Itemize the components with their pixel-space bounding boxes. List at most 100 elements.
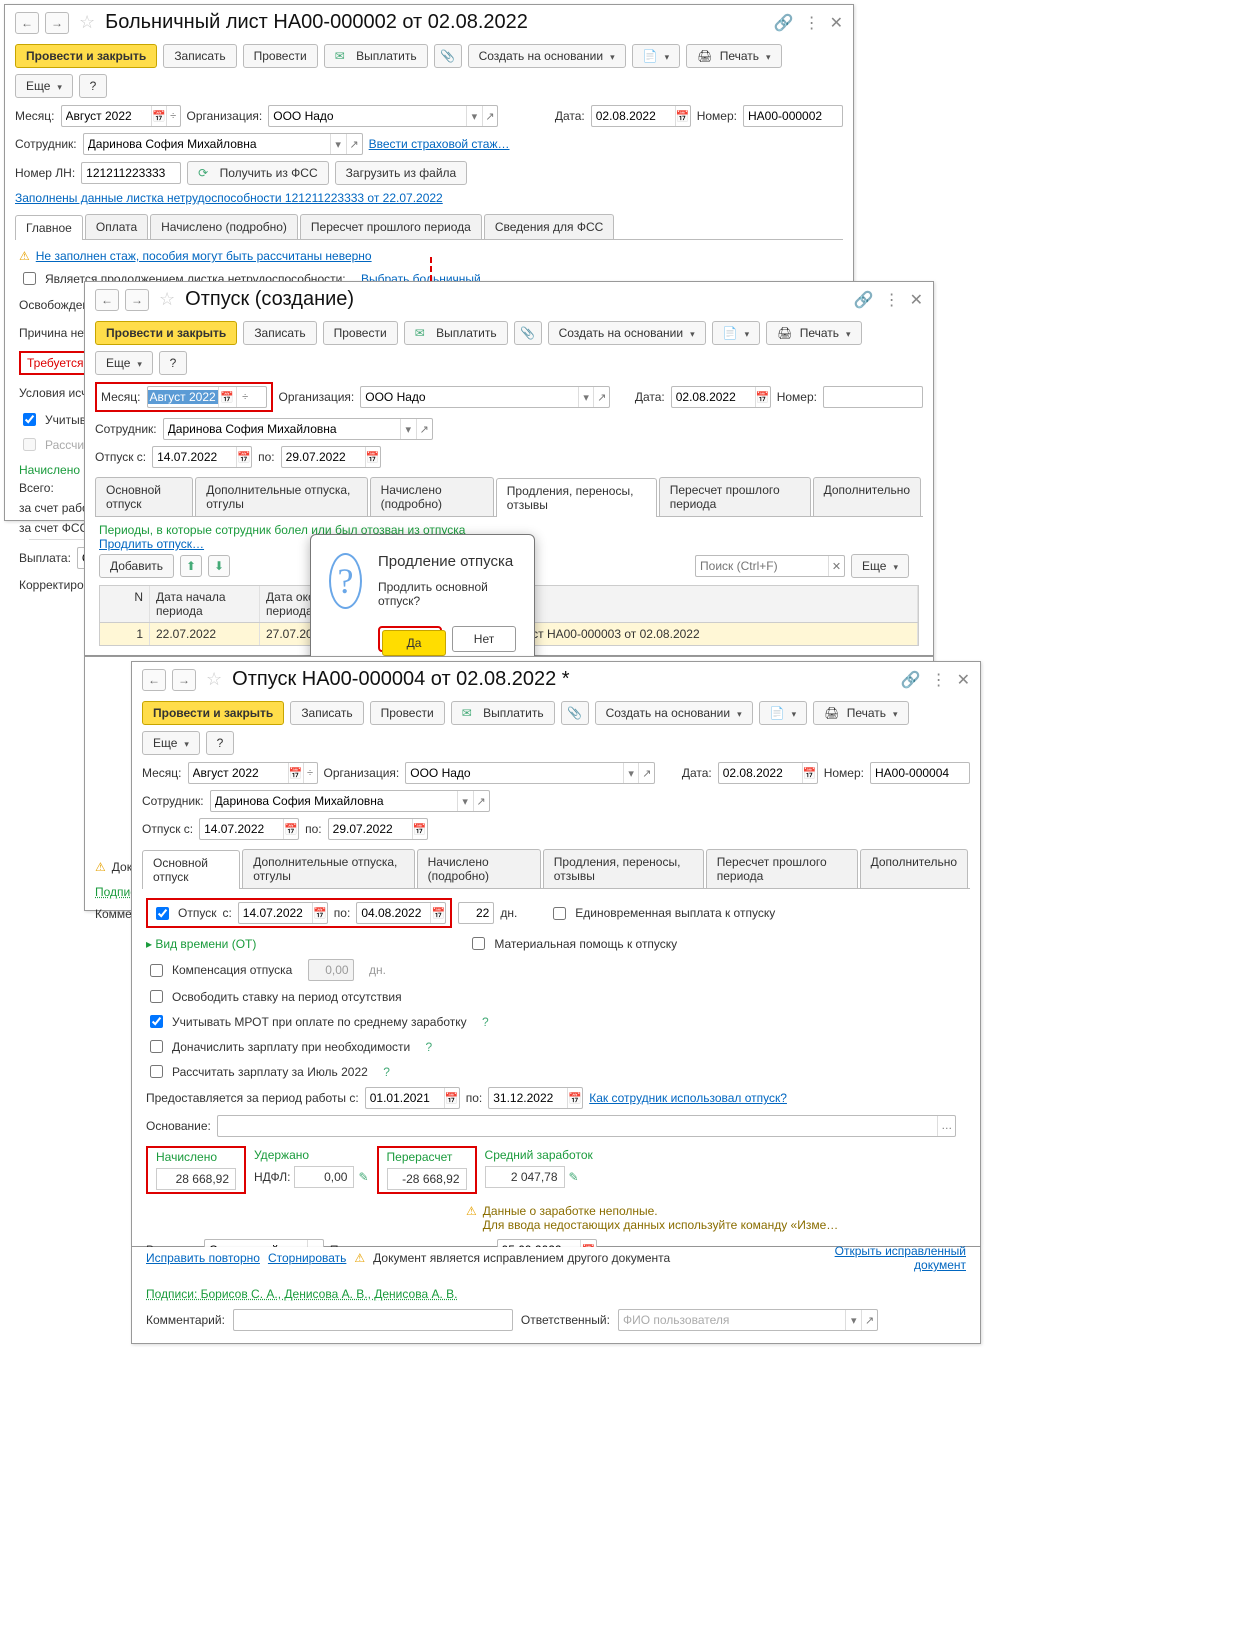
vac-to-input[interactable] [282, 450, 365, 464]
save-button[interactable]: Записать [290, 701, 363, 725]
warn-link[interactable]: Не заполнен стаж, пособия могут быть рас… [36, 249, 372, 263]
link-icon[interactable]: 🔗 [901, 670, 921, 690]
open-fixed-link[interactable]: Открыть исправленный документ [826, 1244, 966, 1272]
link-icon[interactable]: 🔗 [774, 13, 794, 33]
help-button[interactable]: ? [159, 351, 187, 375]
tab-accrued[interactable]: Начислено (подробно) [417, 849, 541, 888]
responsible-input[interactable] [619, 1313, 845, 1327]
menu-icon[interactable]: ⋮ [884, 290, 900, 310]
load-file-button[interactable]: Загрузить из файла [335, 161, 468, 185]
vacation-checkbox[interactable] [156, 907, 169, 920]
number-input[interactable] [871, 766, 969, 780]
tab-additional[interactable]: Дополнительно [860, 849, 968, 888]
back-button[interactable]: ← [142, 669, 166, 691]
close-icon[interactable]: ✕ [910, 290, 923, 310]
tab-main-vac[interactable]: Основной отпуск [142, 850, 240, 889]
move-up-button[interactable]: ⬆ [180, 555, 202, 577]
close-icon[interactable]: ✕ [957, 670, 970, 690]
favorite-icon[interactable]: ☆ [79, 12, 95, 33]
tab-main[interactable]: Главное [15, 215, 83, 240]
tab-recalc[interactable]: Пересчет прошлого периода [300, 214, 482, 239]
insurance-link[interactable]: Ввести страховой стаж… [369, 137, 510, 151]
employee-input[interactable] [84, 137, 330, 151]
date-input[interactable] [672, 390, 755, 404]
mrot-checkbox[interactable] [150, 1015, 163, 1028]
tab-accrued[interactable]: Начислено (подробно) [150, 214, 298, 239]
vac-to-detail-input[interactable] [357, 906, 430, 920]
tab-recalc[interactable]: Пересчет прошлого периода [659, 477, 811, 516]
back-button[interactable]: ← [95, 289, 119, 311]
post-close-button[interactable]: Провести и закрыть [95, 321, 237, 345]
help-button[interactable]: ? [79, 74, 107, 98]
menu-icon[interactable]: ⋮ [804, 13, 820, 33]
spinner-icon[interactable]: ÷ [166, 106, 180, 126]
employee-input[interactable] [211, 794, 457, 808]
tab-main-vac[interactable]: Основной отпуск [95, 477, 193, 516]
signatures-link[interactable]: Подписи: Борисов С. А., Денисова А. В., … [146, 1287, 457, 1301]
back-button[interactable]: ← [15, 12, 39, 34]
mat-help-checkbox[interactable] [472, 937, 485, 950]
release-rate-checkbox[interactable] [150, 990, 163, 1003]
forward-button[interactable]: → [172, 669, 196, 691]
vac-to-input[interactable] [329, 822, 412, 836]
period-to-input[interactable] [489, 1091, 567, 1105]
more-button[interactable]: Еще [95, 351, 153, 375]
ext-button[interactable]: 📄 [712, 321, 760, 345]
date-input[interactable] [592, 109, 675, 123]
vac-from-input[interactable] [153, 450, 236, 464]
period-from-input[interactable] [366, 1091, 444, 1105]
storno-link[interactable]: Сторнировать [268, 1251, 346, 1265]
tab-recalc[interactable]: Пересчет прошлого периода [706, 849, 858, 888]
forward-button[interactable]: → [125, 289, 149, 311]
pay-button[interactable]: ✉ Выплатить [404, 321, 508, 345]
attach-button[interactable]: 📎 [514, 321, 542, 345]
tab-additional[interactable]: Дополнительно [813, 477, 921, 516]
forward-button[interactable]: → [45, 12, 69, 34]
vac-from-detail-input[interactable] [239, 906, 312, 920]
pay-button[interactable]: ✉ Выплатить [451, 701, 555, 725]
tab-fss[interactable]: Сведения для ФСС [484, 214, 614, 239]
vac-from-input[interactable] [200, 822, 283, 836]
employee-input[interactable] [164, 422, 400, 436]
save-button[interactable]: Записать [243, 321, 316, 345]
comp-checkbox[interactable] [150, 964, 163, 977]
basis-input[interactable] [218, 1119, 938, 1133]
pay-button[interactable]: ✉ Выплатить [324, 44, 428, 68]
number-input[interactable] [744, 109, 842, 123]
month-input[interactable]: Август 2022 [148, 390, 218, 404]
tab-extra[interactable]: Дополнительные отпуска, отгулы [195, 477, 367, 516]
ext-button[interactable]: 📄 [759, 701, 807, 725]
move-down-button[interactable]: ⬇ [208, 555, 230, 577]
help-icon[interactable]: ? [383, 1065, 390, 1079]
doaccrue-checkbox[interactable] [150, 1040, 163, 1053]
how-used-link[interactable]: Как сотрудник использовал отпуск? [589, 1091, 787, 1105]
extend-link[interactable]: Продлить отпуск… [99, 537, 204, 551]
favorite-icon[interactable]: ☆ [206, 669, 222, 690]
link-icon[interactable]: 🔗 [854, 290, 874, 310]
post-button[interactable]: Провести [370, 701, 445, 725]
lump-checkbox[interactable] [553, 907, 566, 920]
post-button[interactable]: Провести [243, 44, 318, 68]
close-icon[interactable]: ✕ [830, 13, 843, 33]
edit-icon[interactable]: ✎ [358, 1170, 368, 1184]
tab-extensions[interactable]: Продления, переносы, отзывы [496, 478, 657, 517]
fix-again-link[interactable]: Исправить повторно [146, 1251, 260, 1265]
days-input[interactable] [459, 906, 493, 920]
more-button[interactable]: Еще [851, 554, 909, 578]
get-fss-button[interactable]: ⟳ Получить из ФСС [187, 161, 328, 185]
help-icon[interactable]: ? [426, 1040, 433, 1054]
favorite-icon[interactable]: ☆ [159, 289, 175, 310]
number-input[interactable] [824, 390, 922, 404]
attach-button[interactable]: 📎 [561, 701, 589, 725]
help-icon[interactable]: ? [482, 1015, 489, 1029]
ln-input[interactable] [82, 166, 180, 180]
post-button[interactable]: Провести [323, 321, 398, 345]
time-type-expand[interactable]: ▸ Вид времени (ОТ) [146, 937, 256, 951]
tab-extra[interactable]: Дополнительные отпуска, отгулы [242, 849, 414, 888]
create-based-button[interactable]: Создать на основании [595, 701, 753, 725]
tab-pay[interactable]: Оплата [85, 214, 148, 239]
more-button[interactable]: Еще [15, 74, 73, 98]
print-button[interactable]: 🖨 Печать [813, 701, 908, 725]
attach-button[interactable]: 📎 [434, 44, 462, 68]
post-close-button[interactable]: Провести и закрыть [142, 701, 284, 725]
